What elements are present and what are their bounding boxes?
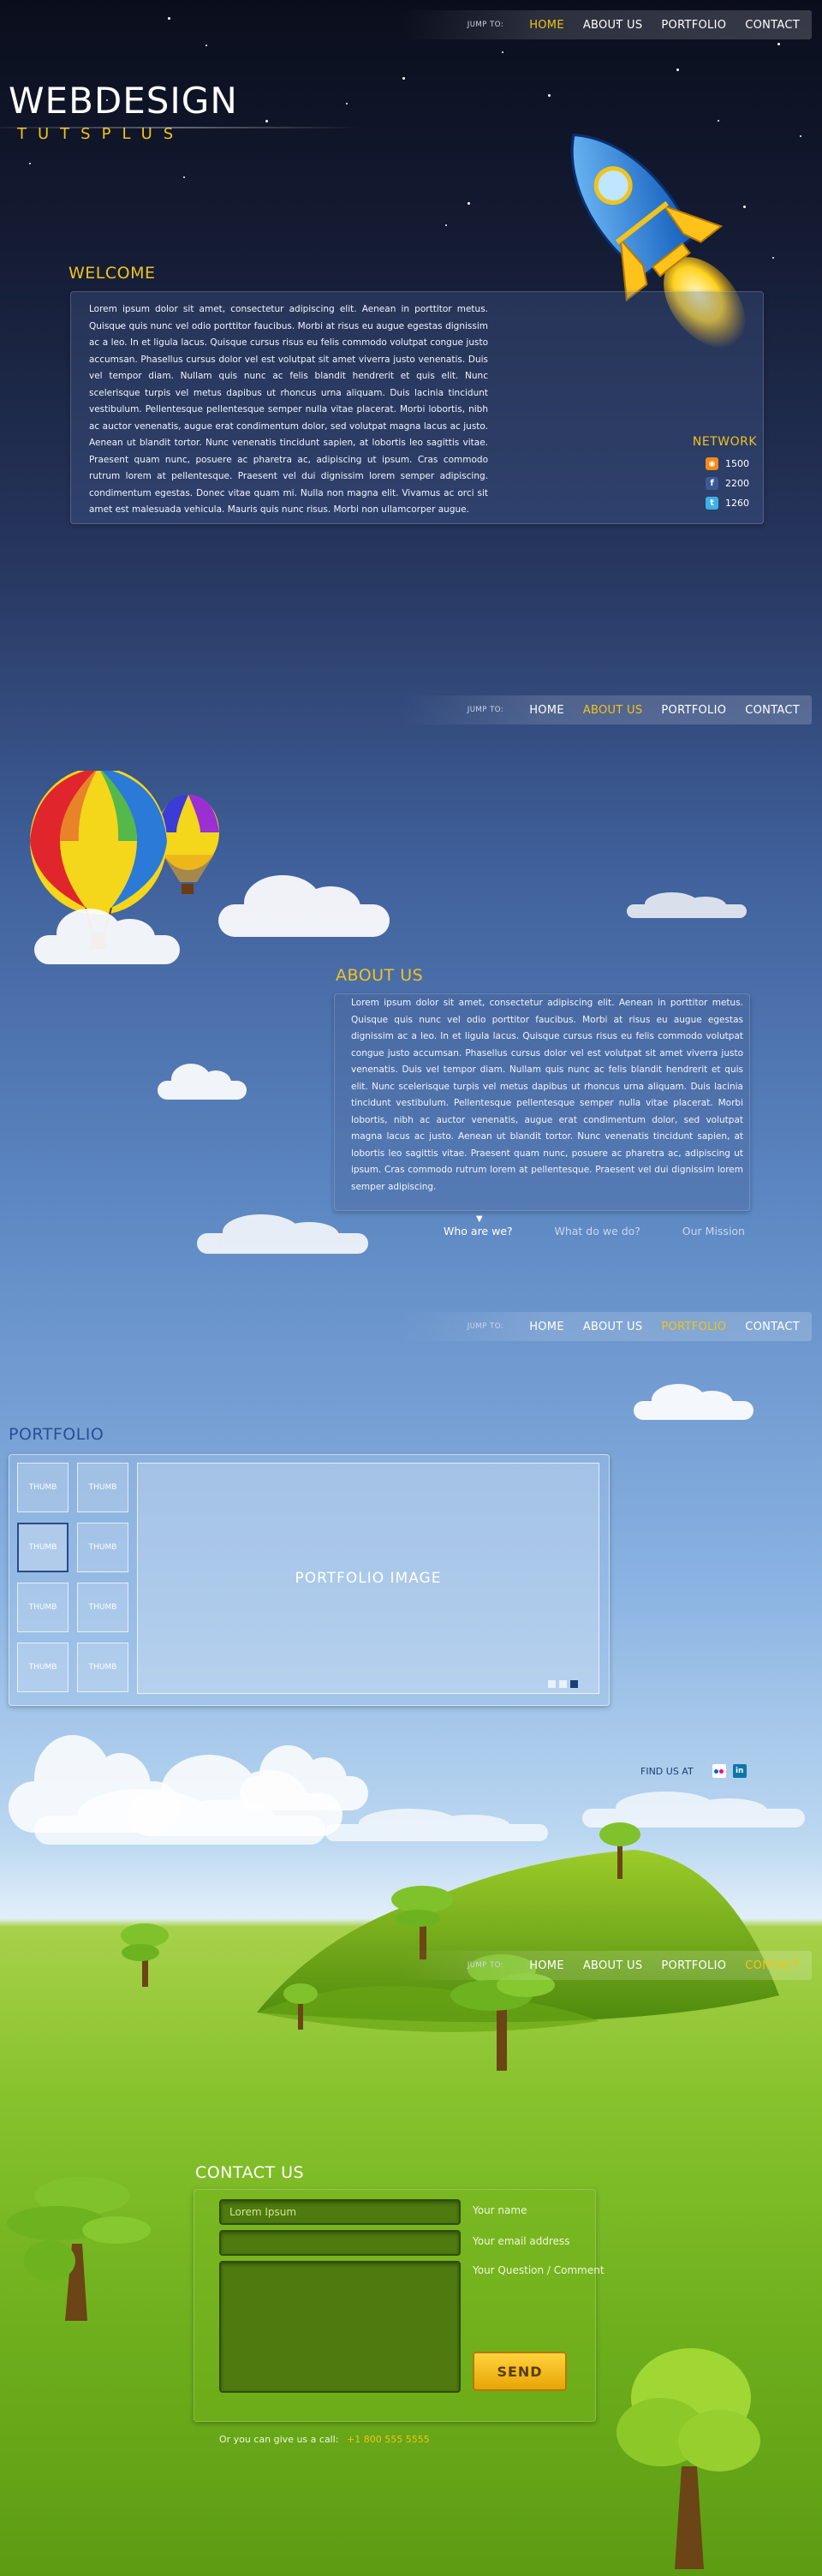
about-tabs: Who are we? What do we do? Our Mission <box>444 1225 745 1237</box>
find-us: FIND US AT in <box>640 1764 747 1778</box>
nav-portfolio[interactable]: PORTFOLIO <box>661 1959 726 1972</box>
jump-to-label: JUMP TO: <box>467 1961 504 1970</box>
contact-nav: JUMP TO: HOME ABOUT US PORTFOLIO CONTACT <box>401 1951 812 1980</box>
welcome-text: Lorem ipsum dolor sit amet, consectetur … <box>89 304 488 515</box>
pager-dot[interactable] <box>548 1680 556 1688</box>
nav-about[interactable]: ABOUT US <box>583 1321 643 1333</box>
nav-portfolio[interactable]: PORTFOLIO <box>661 1321 726 1333</box>
portfolio-thumb[interactable]: THUMB <box>77 1583 128 1632</box>
pager-dot[interactable] <box>559 1680 567 1688</box>
about-heading: ABOUT US <box>336 966 424 985</box>
jump-to-label: JUMP TO: <box>467 1322 504 1331</box>
nav-home[interactable]: HOME <box>529 704 564 717</box>
question-field[interactable] <box>219 2261 461 2393</box>
brand-underline <box>0 127 360 128</box>
contact-heading: CONTACT US <box>195 2163 305 2182</box>
portfolio-image[interactable]: PORTFOLIO IMAGE <box>137 1463 599 1694</box>
tab-who-are-we[interactable]: Who are we? <box>444 1225 513 1237</box>
jump-to-label: JUMP TO: <box>467 706 504 714</box>
name-field[interactable] <box>219 2199 461 2225</box>
jump-to-label: JUMP TO: <box>467 21 504 29</box>
email-field[interactable] <box>219 2230 461 2256</box>
brand-title: WEBDESIGN <box>9 80 238 122</box>
brand-logo[interactable]: WEBDESIGN TUTSPLUS <box>9 80 238 144</box>
nav-contact[interactable]: CONTACT <box>745 19 800 32</box>
nav-home[interactable]: HOME <box>529 19 564 32</box>
network-heading: NETWORK <box>692 435 757 449</box>
cloud <box>634 1384 754 1420</box>
nav-about[interactable]: ABOUT US <box>583 1959 643 1972</box>
nav-about[interactable]: ABOUT US <box>583 704 643 717</box>
call-line: Or you can give us a call: +1 800 555 55… <box>219 2434 430 2445</box>
portfolio-thumb[interactable]: THUMB <box>17 1583 68 1632</box>
tab-indicator-icon: ▼ <box>476 1214 483 1224</box>
top-nav: JUMP TO: HOME ABOUT US PORTFOLIO CONTACT <box>401 10 812 39</box>
tab-our-mission[interactable]: Our Mission <box>682 1225 745 1237</box>
flickr-icon[interactable] <box>712 1764 726 1778</box>
cloud <box>197 1214 368 1254</box>
nav-about[interactable]: ABOUT US <box>583 19 643 32</box>
nav-portfolio[interactable]: PORTFOLIO <box>661 19 726 32</box>
network-item-facebook[interactable]: f 2200 <box>706 477 757 490</box>
send-button[interactable]: SEND <box>473 2352 567 2391</box>
twitter-icon: t <box>706 497 718 510</box>
network-box: NETWORK ◉ 1500 f 2200 t 1260 <box>680 435 757 510</box>
portfolio-thumb[interactable]: THUMB <box>17 1463 68 1512</box>
portfolio-nav: JUMP TO: HOME ABOUT US PORTFOLIO CONTACT <box>401 1312 812 1341</box>
nav-home[interactable]: HOME <box>529 1321 564 1333</box>
name-label: Your name <box>473 2204 527 2216</box>
portfolio-thumb-selected[interactable]: THUMB <box>17 1523 68 1572</box>
find-us-label: FIND US AT <box>640 1765 694 1777</box>
nav-contact[interactable]: CONTACT <box>745 1959 800 1972</box>
portfolio-thumb[interactable]: THUMB <box>77 1643 128 1692</box>
welcome-heading: WELCOME <box>68 264 156 283</box>
nav-portfolio[interactable]: PORTFOLIO <box>661 704 726 717</box>
twitter-count: 1260 <box>725 498 749 509</box>
call-text: Or you can give us a call: <box>219 2434 339 2445</box>
tree-illustration <box>121 1923 169 1987</box>
facebook-icon: f <box>706 477 718 490</box>
portfolio-heading: PORTFOLIO <box>9 1425 104 1444</box>
tree-illustration <box>283 1983 318 2030</box>
rss-count: 1500 <box>725 458 749 469</box>
facebook-count: 2200 <box>725 478 749 489</box>
cloud <box>34 909 180 964</box>
tab-what-do-we-do[interactable]: What do we do? <box>554 1225 640 1237</box>
network-item-rss[interactable]: ◉ 1500 <box>706 457 757 470</box>
cloud <box>158 1064 247 1100</box>
portfolio-thumb[interactable]: THUMB <box>77 1463 128 1512</box>
about-nav: JUMP TO: HOME ABOUT US PORTFOLIO CONTACT <box>401 695 812 724</box>
linkedin-icon[interactable]: in <box>732 1764 747 1778</box>
rss-icon: ◉ <box>706 457 718 470</box>
tree-illustration <box>599 1822 640 1879</box>
nav-home[interactable]: HOME <box>529 1959 564 1972</box>
portfolio-thumb[interactable]: THUMB <box>77 1523 128 1572</box>
cloud <box>218 874 390 937</box>
nav-contact[interactable]: CONTACT <box>745 1321 800 1333</box>
cloud <box>627 891 747 918</box>
portfolio-pager <box>548 1680 578 1688</box>
about-text: Lorem ipsum dolor sit amet, consectetur … <box>351 998 743 1192</box>
question-label: Your Question / Comment <box>473 2264 605 2276</box>
network-item-twitter[interactable]: t 1260 <box>706 497 757 510</box>
portfolio-thumb[interactable]: THUMB <box>17 1643 68 1692</box>
tree-illustration <box>7 2177 151 2321</box>
email-label: Your email address <box>473 2235 570 2247</box>
pager-dot-active[interactable] <box>570 1680 578 1688</box>
phone-number[interactable]: +1 800 555 5555 <box>347 2434 430 2445</box>
tree-illustration <box>616 2348 760 2569</box>
nav-contact[interactable]: CONTACT <box>745 704 800 717</box>
